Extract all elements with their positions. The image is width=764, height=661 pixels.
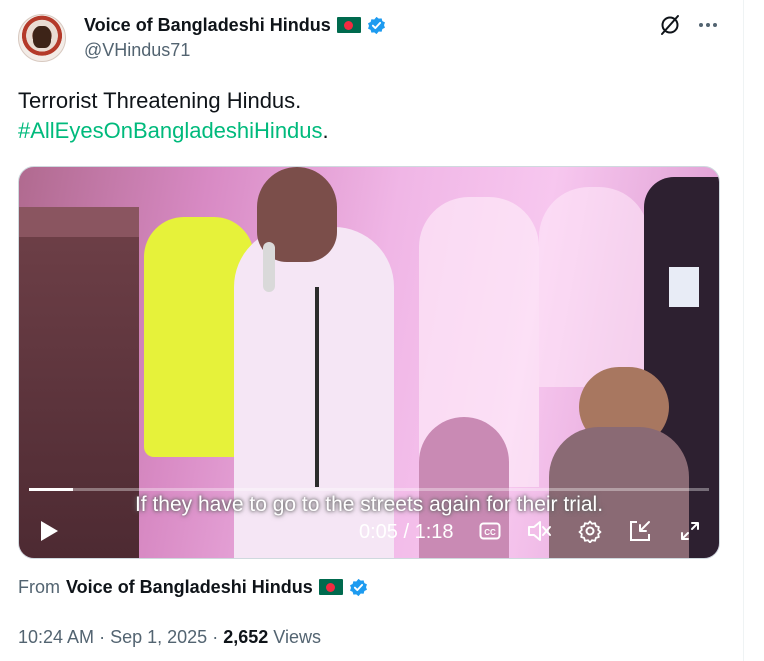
bangladesh-flag-icon [336, 17, 361, 33]
tweet-text-line: Terrorist Threatening Hindus. [18, 88, 302, 113]
from-label: From [18, 576, 60, 597]
views-label: Views [273, 627, 321, 647]
video-progress-fill [29, 488, 73, 491]
avatar[interactable] [18, 14, 66, 62]
author-name-row[interactable]: Voice of Bangladeshi Hindus [84, 14, 386, 36]
hashtag-link[interactable]: #AllEyesOnBangladeshiHindus [18, 118, 323, 143]
more-options-icon[interactable] [696, 13, 720, 37]
meta-separator: · [212, 627, 219, 647]
source-row: From Voice of Bangladeshi Hindus [18, 574, 368, 600]
tweet-date-link[interactable]: Sep 1, 2025 [110, 627, 207, 647]
hashtag-suffix: . [322, 118, 329, 143]
verified-badge-icon [367, 16, 385, 34]
author-display-name[interactable]: Voice of Bangladeshi Hindus [84, 15, 331, 36]
grok-icon[interactable] [658, 13, 682, 37]
video-player[interactable]: If they have to go to the streets again … [18, 166, 720, 559]
tweet-time-link[interactable]: 10:24 AM [18, 627, 94, 647]
fullscreen-icon[interactable] [676, 517, 704, 545]
source-name-link[interactable]: Voice of Bangladeshi Hindus [66, 577, 313, 598]
video-progress-bar[interactable] [29, 488, 709, 491]
video-controls: 0:05 / 1:18 CC [19, 511, 719, 551]
column-border [743, 0, 744, 661]
settings-gear-icon[interactable] [576, 517, 604, 545]
bangladesh-flag-icon [318, 579, 343, 595]
video-time: 0:05 / 1:18 [359, 521, 454, 543]
views-count: 2,652 [223, 627, 269, 647]
play-icon[interactable] [35, 517, 63, 545]
author-handle[interactable]: @VHindus71 [84, 40, 190, 61]
mute-icon[interactable] [525, 517, 553, 545]
closed-captions-icon[interactable]: CC [476, 517, 504, 545]
verified-badge-icon [349, 578, 367, 596]
svg-text:CC: CC [484, 528, 496, 537]
picture-in-picture-icon[interactable] [626, 517, 654, 545]
tweet-meta: 10:24 AM · Sep 1, 2025 · 2,652 Views [18, 627, 321, 648]
tweet-text: Terrorist Threatening Hindus. #AllEyesOn… [18, 86, 329, 146]
meta-separator: · [99, 627, 106, 647]
